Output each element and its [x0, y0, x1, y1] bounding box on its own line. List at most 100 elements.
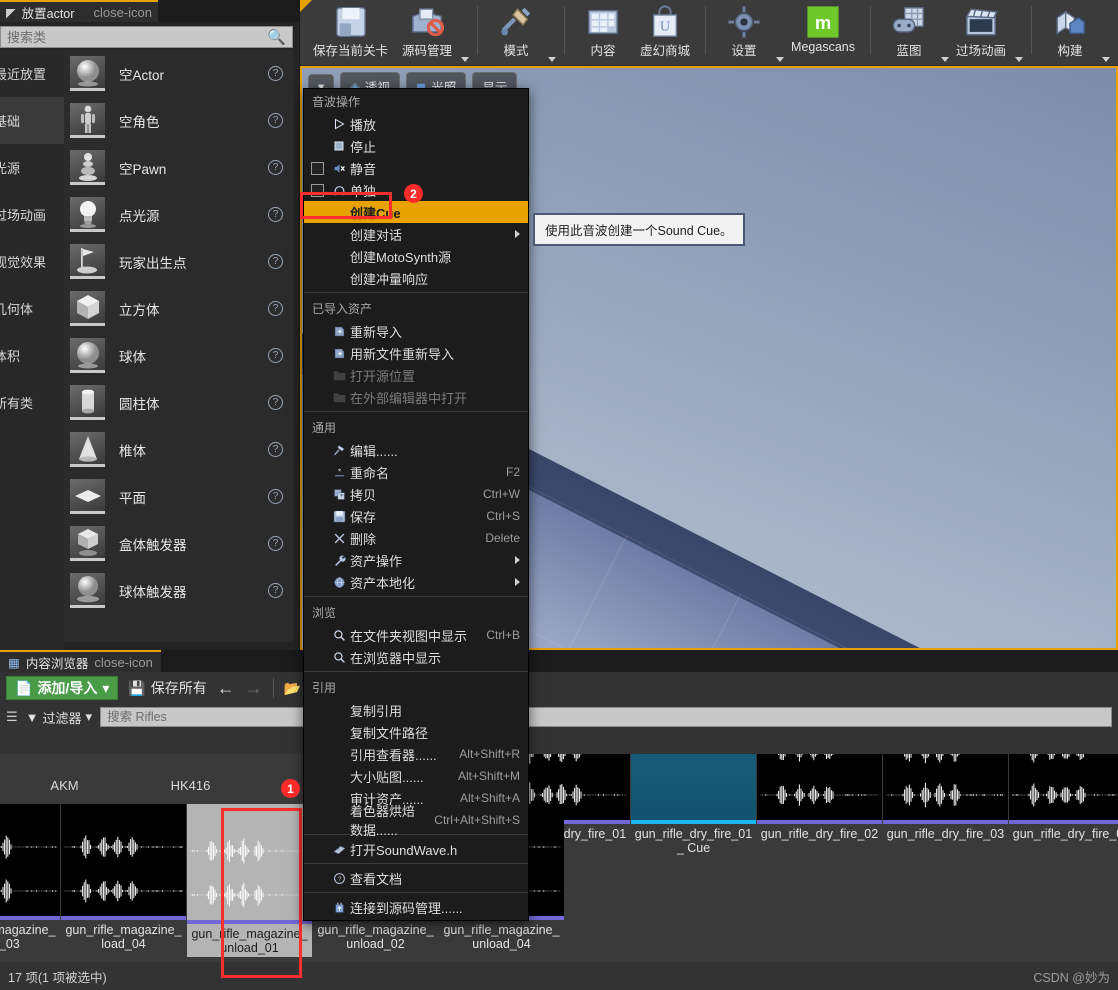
place-category-体积[interactable]: 体积: [0, 332, 64, 379]
menu-item-静音[interactable]: 静音: [304, 157, 528, 179]
place-item-盒体触发器[interactable]: 盒体触发器?: [64, 520, 293, 567]
toolbar-button-源码管理[interactable]: 源码管理: [395, 0, 459, 62]
asset-tile[interactable]: gun_rifle_dry_fire_03: [883, 754, 1008, 841]
toolbar-button-设置[interactable]: 设置: [714, 0, 774, 62]
tab-content-browser[interactable]: ▦ 内容浏览器 close-icon: [0, 650, 161, 672]
chevron-down-icon[interactable]: [1015, 57, 1023, 62]
menu-item-大小贴图......[interactable]: 大小贴图...... Alt+Shift+M: [304, 765, 528, 787]
chevron-down-icon[interactable]: [548, 57, 557, 62]
help-icon[interactable]: ?: [268, 348, 283, 363]
place-category-过场动画[interactable]: 过场动画: [0, 191, 64, 238]
help-icon[interactable]: ?: [268, 395, 283, 410]
toolbar-button-保存当前关卡[interactable]: 保存当前关卡: [306, 0, 395, 62]
menu-item-删除[interactable]: 删除 Delete: [304, 527, 528, 549]
toolbar-button-构建[interactable]: 构建: [1040, 0, 1100, 62]
tab-place-actors[interactable]: ◤ 放置actor close-icon: [0, 0, 158, 22]
chevron-down-icon[interactable]: [1102, 57, 1110, 62]
add-import-button[interactable]: 📄 添加/导入 ▾: [6, 676, 119, 700]
menu-item-资产操作[interactable]: 资产操作: [304, 549, 528, 571]
asset-tile[interactable]: gun_rifle_dry_fire_04: [1009, 754, 1118, 841]
help-icon[interactable]: ?: [268, 442, 283, 457]
place-item-玩家出生点[interactable]: 玩家出生点?: [64, 238, 293, 285]
asset-context-menu[interactable]: 音波操作 播放 停止 静音 单独 创建Cue 创建对话 创建MotoSynth源 创建冲量响应已…: [303, 88, 529, 921]
menu-item-保存[interactable]: 保存 Ctrl+S: [304, 505, 528, 527]
menu-item-打开SoundWave.h[interactable]: 打开SoundWave.h: [304, 838, 528, 860]
asset-tile[interactable]: gun_rifle_magazine_ load_04: [61, 804, 186, 951]
place-item-空Pawn[interactable]: 空Pawn?: [64, 144, 293, 191]
menu-item-着色器烘焙数据......[interactable]: 着色器烘焙数据...... Ctrl+Alt+Shift+S: [304, 804, 528, 838]
close-icon[interactable]: close-icon: [93, 5, 152, 20]
arrow-right-icon[interactable]: →: [245, 678, 263, 699]
arrow-left-icon[interactable]: ←: [217, 678, 235, 699]
place-item-立方体[interactable]: 立方体?: [64, 285, 293, 332]
menu-item-用新文件重新导入[interactable]: 用新文件重新导入: [304, 342, 528, 364]
save-all-button[interactable]: 💾 保存所有: [128, 678, 206, 698]
menu-item-在文件夹视图中显示[interactable]: 在文件夹视图中显示 Ctrl+B: [304, 624, 528, 646]
checkbox[interactable]: [311, 183, 324, 197]
asset-search-input[interactable]: [107, 710, 1105, 724]
help-icon[interactable]: ?: [268, 66, 283, 81]
place-category-光源[interactable]: 光源: [0, 144, 64, 191]
help-icon[interactable]: ?: [268, 254, 283, 269]
help-icon[interactable]: ?: [268, 113, 283, 128]
menu-item-复制文件路径[interactable]: 复制文件路径: [304, 721, 528, 743]
search-input[interactable]: [7, 29, 268, 45]
toolbar-button-Megascans[interactable]: m Megascans: [784, 0, 862, 62]
chevron-down-icon[interactable]: [776, 57, 785, 62]
help-icon[interactable]: ?: [268, 536, 283, 551]
chevron-down-icon[interactable]: [461, 57, 470, 62]
menu-item-查看文档[interactable]: ? 查看文档: [304, 867, 528, 889]
asset-tile[interactable]: gun_rifle_magazine_ load_03: [0, 804, 60, 951]
place-item-圆柱体[interactable]: 圆柱体?: [64, 379, 293, 426]
menu-item-连接到源码管理......[interactable]: 连接到源码管理......: [304, 896, 528, 918]
place-item-点光源[interactable]: 点光源?: [64, 191, 293, 238]
menu-item-创建对话[interactable]: 创建对话: [304, 223, 528, 245]
place-item-球体[interactable]: 球体?: [64, 332, 293, 379]
toolbar-button-虚幻商城[interactable]: U 虚幻商城: [633, 0, 697, 62]
place-category-几何体[interactable]: 几何体: [0, 285, 64, 332]
menu-item-编辑......[interactable]: 编辑......: [304, 439, 528, 461]
menu-item-在浏览器中显示[interactable]: 在浏览器中显示: [304, 646, 528, 668]
place-item-平面[interactable]: 平面?: [64, 473, 293, 520]
place-item-空角色[interactable]: 空角色?: [64, 97, 293, 144]
search-icon[interactable]: 🔍: [267, 28, 286, 46]
menu-item-创建冲量响应[interactable]: 创建冲量响应: [304, 267, 528, 289]
help-icon[interactable]: ?: [268, 489, 283, 504]
help-icon[interactable]: ?: [268, 301, 283, 316]
place-category-所有类[interactable]: 所有类: [0, 379, 64, 426]
place-item-球体触发器[interactable]: 球体触发器?: [64, 567, 293, 614]
place-actors-search[interactable]: 🔍: [0, 26, 293, 48]
menu-item-重命名[interactable]: * 重命名 F2: [304, 461, 528, 483]
asset-tile[interactable]: gun_rifle_magazine_ unload_01: [187, 804, 312, 957]
place-category-最近放置[interactable]: 最近放置: [0, 50, 64, 97]
menu-item-播放[interactable]: 播放: [304, 113, 528, 135]
toolbar-button-内容[interactable]: 内容: [573, 0, 633, 62]
toolbar-button-模式[interactable]: 模式: [486, 0, 546, 62]
menu-item-引用查看器......[interactable]: 引用查看器...... Alt+Shift+R: [304, 743, 528, 765]
checkbox[interactable]: [311, 161, 324, 175]
asset-tile[interactable]: gun_rifle_dry_fire_01_ Cue: [631, 754, 756, 855]
asset-tile[interactable]: gun_rifle_dry_fire_02: [757, 754, 882, 841]
place-item-椎体[interactable]: 椎体?: [64, 426, 293, 473]
menu-item-拷贝[interactable]: 拷贝 Ctrl+W: [304, 483, 528, 505]
place-category-基础[interactable]: 基础: [0, 97, 64, 144]
help-icon[interactable]: ?: [268, 207, 283, 222]
help-icon[interactable]: ?: [268, 160, 283, 175]
chevron-down-icon[interactable]: [940, 57, 949, 62]
sources-list-icon[interactable]: ☰: [6, 709, 18, 725]
close-icon[interactable]: close-icon: [94, 655, 153, 670]
menu-item-资产本地化[interactable]: 资产本地化: [304, 571, 528, 593]
toolbar-button-蓝图[interactable]: 蓝图: [879, 0, 939, 62]
menu-item-创建MotoSynth源[interactable]: 创建MotoSynth源: [304, 245, 528, 267]
menu-item-在外部编辑器中打开[interactable]: 在外部编辑器中打开: [304, 386, 528, 408]
help-icon[interactable]: ?: [268, 583, 283, 598]
menu-item-创建Cue[interactable]: 创建Cue: [304, 201, 528, 223]
menu-item-打开源位置[interactable]: 打开源位置: [304, 364, 528, 386]
filter-button[interactable]: ▼ 过滤器 ▾: [26, 708, 92, 727]
place-item-空Actor[interactable]: 空Actor?: [64, 50, 293, 97]
place-category-视觉效果[interactable]: 视觉效果: [0, 238, 64, 285]
toolbar-button-过场动画[interactable]: 过场动画: [949, 0, 1013, 62]
menu-item-复制引用[interactable]: 复制引用: [304, 699, 528, 721]
menu-item-停止[interactable]: 停止: [304, 135, 528, 157]
menu-item-重新导入[interactable]: 重新导入: [304, 320, 528, 342]
